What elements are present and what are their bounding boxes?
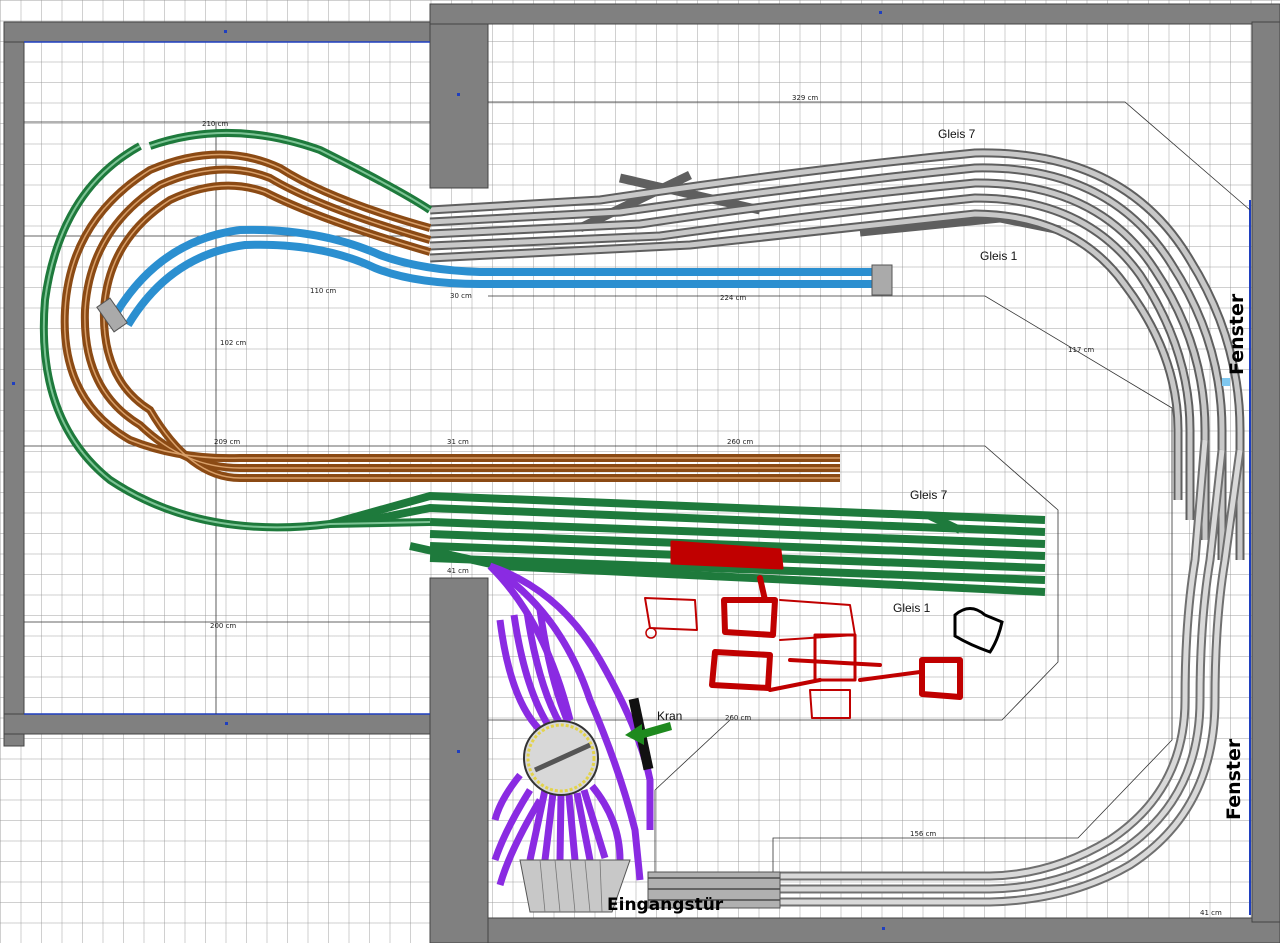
sketch-outline [953, 607, 1004, 654]
label-kran: Kran [657, 709, 682, 723]
track-purple [565, 794, 579, 861]
marker [12, 382, 15, 385]
wall-bottom-left [3, 713, 433, 735]
marker [1222, 378, 1230, 386]
label-fenster-top: Fenster [1226, 293, 1248, 375]
label-gleis1-lower: Gleis 1 [893, 601, 931, 615]
marker [225, 722, 228, 725]
label-fenster-bottom: Fenster [1223, 738, 1245, 820]
walls [3, 3, 1280, 943]
wall-right [1251, 21, 1280, 923]
sketch-marker [645, 627, 657, 639]
sketch-building [809, 689, 851, 719]
dim-label: 117 cm [1068, 346, 1094, 354]
dim-label: 31 cm [447, 438, 469, 446]
marker [457, 750, 460, 753]
sketch-building [919, 657, 963, 700]
dim-label: 102 cm [220, 339, 246, 347]
wall-top-left [3, 21, 433, 43]
marker [882, 927, 885, 930]
dim-label: 260 cm [727, 438, 753, 446]
dim-label: 41 cm [447, 567, 469, 575]
dim-label: 210 cm [202, 120, 228, 128]
marker [224, 30, 227, 33]
track-purple [541, 792, 557, 861]
wall-pillar-bottom [429, 577, 489, 943]
buffer-stop [871, 264, 893, 296]
layout-canvas: 329 cm 110 cm 30 cm 224 cm 209 cm 31 cm … [0, 0, 1280, 943]
dim-label: 30 cm [450, 292, 472, 300]
wall-bottom-right [487, 917, 1280, 943]
sketch-building [813, 633, 857, 682]
track-purple [556, 794, 565, 861]
dim-label: 110 cm [310, 287, 336, 295]
label-gleis7-lower: Gleis 7 [910, 488, 948, 502]
dim-label: 209 cm [214, 438, 240, 446]
sketch-building [709, 649, 773, 691]
label-eingang: Eingangstür [607, 895, 724, 915]
dim-label: 224 cm [720, 294, 746, 302]
sketch-building [644, 597, 698, 631]
dim-label: 200 cm [210, 622, 236, 630]
label-gleis7-upper: Gleis 7 [938, 127, 976, 141]
dim-label: 329 cm [792, 94, 818, 102]
wall-top-right [429, 3, 1280, 25]
sketch-building [721, 597, 778, 638]
sketch-line [768, 658, 922, 692]
track-plan: 329 cm 110 cm 30 cm 224 cm 209 cm 31 cm … [3, 3, 1280, 943]
dim-label: 41 cm [1200, 909, 1222, 917]
dim-label: 260 cm [725, 714, 751, 722]
marker [879, 11, 882, 14]
marker [457, 93, 460, 96]
dim-label: 156 cm [910, 830, 936, 838]
label-gleis1-upper: Gleis 1 [980, 249, 1018, 263]
